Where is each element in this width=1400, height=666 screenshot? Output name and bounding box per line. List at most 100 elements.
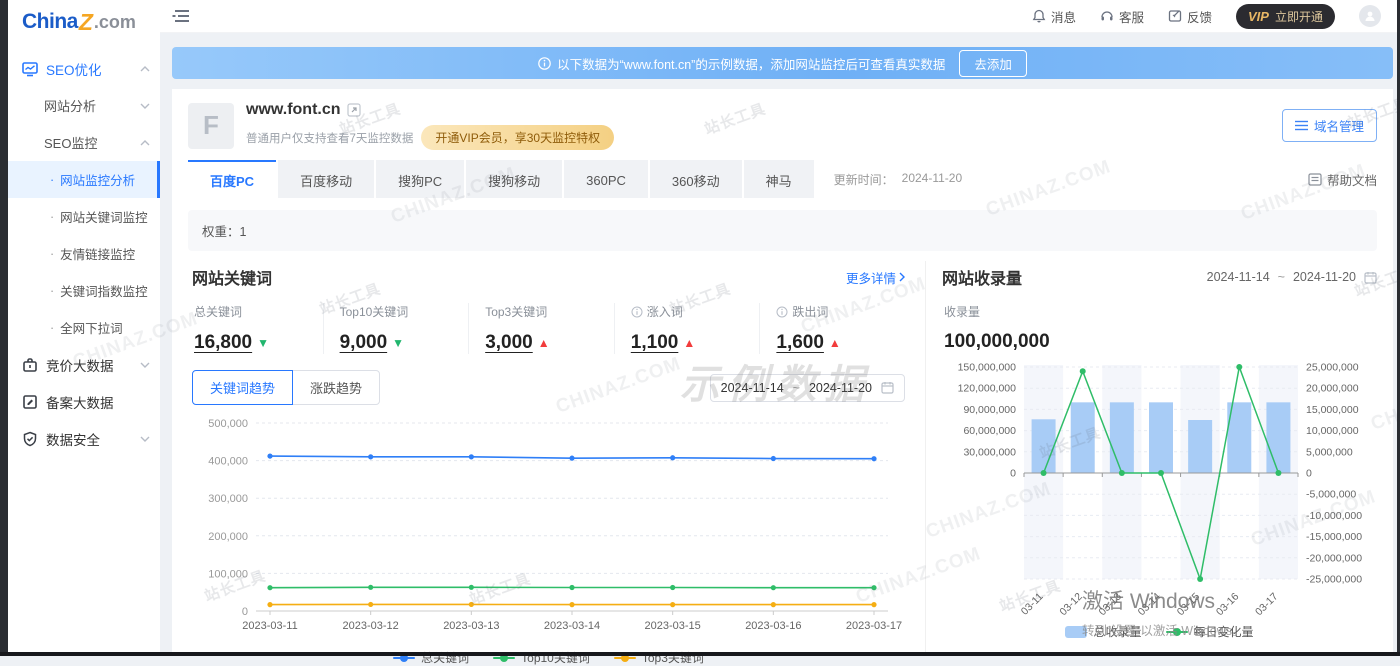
go-add-button[interactable]: 去添加: [959, 50, 1027, 77]
svg-text:2023-03-13: 2023-03-13: [443, 620, 499, 632]
info-circle-icon: [631, 306, 643, 318]
svg-text:-25,000,000: -25,000,000: [1306, 574, 1362, 586]
inclusion-date-range[interactable]: 2024-11-14 ~ 2024-11-20: [1207, 270, 1377, 284]
trend-toggle: 关键词趋势 涨跌趋势: [192, 370, 380, 405]
domain-manage-button[interactable]: 域名管理: [1282, 109, 1377, 142]
stat-value[interactable]: 3,000: [485, 332, 533, 354]
inclusion-metric-value: 100,000,000: [942, 331, 1377, 353]
messages-link[interactable]: 消息: [1032, 7, 1076, 26]
sidebar-item-friendlink-monitor[interactable]: · 友情链接监控: [8, 235, 160, 272]
bullet-dot: ·: [50, 173, 54, 187]
site-favicon: F: [188, 103, 234, 149]
vip-open-button[interactable]: VIP 立即开通: [1236, 4, 1335, 29]
svg-text:2023-03-11: 2023-03-11: [242, 620, 297, 632]
stat-value[interactable]: 16,800: [194, 332, 252, 354]
update-time-label: 更新时间：: [834, 171, 894, 188]
feedback-link[interactable]: 反馈: [1168, 7, 1212, 26]
sidebar-item-label: 网站关键词监控: [60, 207, 148, 226]
tab-sogou-mobile[interactable]: 搜狗移动: [466, 160, 562, 198]
sidebar-item-dropdown-words[interactable]: · 全网下拉词: [8, 309, 160, 346]
svg-text:90,000,000: 90,000,000: [963, 404, 1016, 416]
bullet-dot: ·: [50, 247, 54, 261]
more-details-link[interactable]: 更多详情: [846, 268, 905, 287]
chevron-down-icon: [140, 103, 150, 109]
legend-daily-change[interactable]: 每日变化量: [1166, 623, 1254, 640]
svg-text:5,000,000: 5,000,000: [1306, 446, 1353, 458]
sidebar-item-label: 关键词指数监控: [60, 281, 148, 300]
stat-top10-keywords: Top10关键词 9,000▼: [323, 303, 469, 354]
trend-arrow-icon: ▲: [829, 336, 841, 350]
top-right-menu: 消息 客服 反馈 VIP 立即开通: [1032, 4, 1381, 29]
svg-text:2023-03-17: 2023-03-17: [846, 620, 902, 632]
briefcase-icon: [22, 357, 38, 373]
user-avatar[interactable]: [1359, 5, 1381, 27]
window-edge-bottom: [0, 652, 1400, 656]
window-edge-left: [0, 0, 8, 656]
keywords-panel-title: 网站关键词: [192, 265, 272, 289]
sidebar-item-label: 网站监控分析: [60, 170, 135, 189]
engine-tabs: 百度PC 百度移动 搜狗PC 搜狗移动 360PC 360移动 神马 更新时间：…: [172, 160, 1393, 198]
date-to: 2024-11-20: [809, 381, 872, 395]
stat-value[interactable]: 9,000: [340, 332, 388, 354]
sidebar-item-site-analysis[interactable]: 网站分析: [8, 87, 160, 124]
customer-service-link[interactable]: 客服: [1100, 7, 1144, 26]
tab-baidu-pc[interactable]: 百度PC: [188, 160, 276, 198]
date-from: 2024-11-14: [721, 381, 784, 395]
svg-text:03-14: 03-14: [1136, 591, 1164, 619]
help-doc-link[interactable]: 帮助文档: [1308, 170, 1377, 189]
sidebar-item-label: 数据安全: [46, 429, 100, 449]
monitor-card: F www.font.cn 普通用户仅支持查看7天监控数据 开通VIP会员，享3…: [172, 89, 1393, 652]
keyword-trend-toggle[interactable]: 关键词趋势: [192, 370, 293, 405]
external-link-icon[interactable]: [347, 103, 361, 117]
sidebar-item-keyword-index-monitor[interactable]: · 关键词指数监控: [8, 272, 160, 309]
chinaz-logo[interactable]: China Z .com: [8, 0, 160, 44]
svg-text:60,000,000: 60,000,000: [963, 425, 1016, 437]
tab-sogou-pc[interactable]: 搜狗PC: [376, 160, 464, 198]
sidebar-item-label: 竞价大数据: [46, 355, 114, 375]
top-header: 消息 客服 反馈 VIP 立即开通: [160, 0, 1397, 33]
tab-360-mobile[interactable]: 360移动: [650, 160, 742, 198]
sidebar-item-site-keyword-monitor[interactable]: · 网站关键词监控: [8, 198, 160, 235]
headset-icon: [1100, 9, 1114, 23]
chevron-up-icon: [140, 140, 150, 146]
sidebar-item-label: 网站分析: [44, 96, 96, 115]
rise-fall-toggle[interactable]: 涨跌趋势: [292, 370, 380, 405]
svg-text:-15,000,000: -15,000,000: [1306, 531, 1362, 543]
sidebar-item-seo-optimize[interactable]: SEO优化: [8, 50, 160, 87]
svg-text:120,000,000: 120,000,000: [958, 383, 1017, 395]
svg-text:2023-03-12: 2023-03-12: [343, 620, 399, 632]
svg-text:03-16: 03-16: [1214, 591, 1242, 619]
svg-text:03-12: 03-12: [1057, 591, 1085, 619]
stat-total-keywords: 总关键词 16,800▼: [192, 303, 323, 354]
svg-text:10,000,000: 10,000,000: [1306, 425, 1359, 437]
svg-text:20,000,000: 20,000,000: [1306, 383, 1359, 395]
stat-value[interactable]: 1,600: [776, 332, 824, 354]
sidebar-item-bidding-bigdata[interactable]: 竞价大数据: [8, 346, 160, 383]
svg-text:-20,000,000: -20,000,000: [1306, 552, 1362, 564]
tab-shenma[interactable]: 神马: [744, 160, 814, 198]
svg-text:0: 0: [242, 606, 248, 618]
sidebar-item-site-monitor-analysis[interactable]: · 网站监控分析: [8, 161, 160, 198]
tab-baidu-mobile[interactable]: 百度移动: [278, 160, 374, 198]
legend-total-inclusion[interactable]: 总收录量: [1065, 623, 1141, 640]
tab-360-pc[interactable]: 360PC: [564, 160, 648, 198]
svg-text:-10,000,000: -10,000,000: [1306, 510, 1362, 522]
stat-value[interactable]: 1,100: [631, 332, 679, 354]
calendar-icon: [1364, 271, 1377, 284]
sidebar-item-data-security[interactable]: 数据安全: [8, 420, 160, 457]
sidebar-item-seo-monitor[interactable]: SEO监控: [8, 124, 160, 161]
svg-text:15,000,000: 15,000,000: [1306, 404, 1359, 416]
more-details-label: 更多详情: [846, 268, 896, 287]
vip-label: VIP: [1248, 9, 1269, 24]
stat-rising-words: 涨入词 1,100▲: [614, 303, 760, 354]
user-limit-note: 普通用户仅支持查看7天监控数据: [246, 130, 413, 146]
legend-line-marker: [1166, 631, 1188, 633]
sidebar-item-icp-bigdata[interactable]: 备案大数据: [8, 383, 160, 420]
vip-privilege-badge[interactable]: 开通VIP会员，享30天监控特权: [421, 125, 614, 150]
svg-text:500,000: 500,000: [208, 418, 248, 430]
date-range-picker[interactable]: 2024-11-14 ~ 2024-11-20: [710, 374, 905, 402]
svg-text:03-17: 03-17: [1253, 591, 1281, 619]
trend-arrow-icon: ▼: [392, 336, 404, 350]
document-edit-icon: [22, 394, 38, 410]
collapse-menu-icon[interactable]: [172, 8, 192, 24]
